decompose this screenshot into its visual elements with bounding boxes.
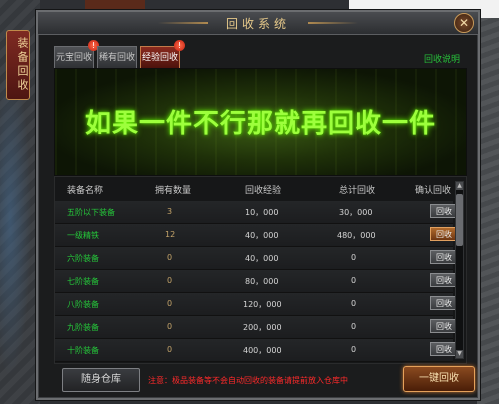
column-header: 拥有数量 <box>155 186 192 196</box>
table-row: 五阶以下装备 3 10，000 30，000 回收 <box>55 201 458 224</box>
table-scrollbar[interactable]: ▲ ▼ <box>455 181 464 359</box>
column-header: 总计回收 <box>339 186 376 196</box>
recycle-button[interactable]: 回收 <box>430 273 458 287</box>
total-recycle: 30，000 <box>339 208 373 217</box>
column-header: 回收经验 <box>245 186 282 196</box>
background-scenery-right <box>477 18 499 404</box>
scroll-thumb[interactable] <box>456 194 463 246</box>
total-recycle: 480，000 <box>337 231 376 240</box>
equipment-name: 八阶装备 <box>67 300 99 309</box>
owned-count: 0 <box>167 299 173 308</box>
owned-count: 3 <box>167 207 173 216</box>
close-icon: ✕ <box>458 16 470 30</box>
tab-label: 经验回收 <box>141 53 178 63</box>
side-tab-equipment-recycle[interactable]: 装备回收 <box>6 30 30 100</box>
recycle-window: 回收系统 ✕ 元宝回收 ! 稀有回收 经验回收 ! 回收说明 如果一件不行那就再… <box>36 10 480 400</box>
recycle-table: 装备名称 拥有数量 回收经验 总计回收 确认回收 五阶以下装备 3 10，000… <box>54 176 467 364</box>
equipment-name: 五阶以下装备 <box>67 208 115 217</box>
equipment-name: 六阶装备 <box>67 254 99 263</box>
recycle-button[interactable]: 回收 <box>430 227 458 241</box>
recycle-button[interactable]: 回收 <box>430 342 458 356</box>
recycle-button[interactable]: 回收 <box>430 319 458 333</box>
window-title: 回收系统 <box>225 17 290 31</box>
scroll-down-arrow-icon[interactable]: ▼ <box>456 350 463 358</box>
table-row: 七阶装备 0 80，000 0 回收 <box>55 270 458 293</box>
column-header: 确认回收 <box>415 186 452 196</box>
tab-alert-badge: ! <box>174 40 185 51</box>
total-recycle: 0 <box>351 299 357 308</box>
recycle-exp: 40，000 <box>245 254 279 263</box>
total-recycle: 0 <box>351 345 357 354</box>
warning-notice: 注意：极品装备等不会自动回收的装备请提前放入仓库中 <box>148 376 348 385</box>
recycle-exp: 10，000 <box>245 208 279 217</box>
table-row: 一级精铁 12 40，000 480，000 回收 <box>55 224 458 247</box>
tab-label: 元宝回收 <box>55 53 92 63</box>
recycle-exp: 400，000 <box>243 346 282 355</box>
tab-rare-recycle[interactable]: 稀有回收 <box>97 46 137 68</box>
table-header: 装备名称 拥有数量 回收经验 总计回收 确认回收 <box>55 177 453 201</box>
table-row: 六阶装备 0 40，000 0 回收 <box>55 247 458 270</box>
recycle-button[interactable]: 回收 <box>430 296 458 310</box>
recycle-exp: 120，000 <box>243 300 282 309</box>
equipment-name: 一级精铁 <box>67 231 99 240</box>
table-row: 八阶装备 0 120，000 0 回收 <box>55 293 458 316</box>
close-button[interactable]: ✕ <box>454 13 474 33</box>
owned-count: 0 <box>167 345 173 354</box>
recycle-button[interactable]: 回收 <box>430 250 458 264</box>
tab-yuanbao-recycle[interactable]: 元宝回收 ! <box>54 40 99 68</box>
owned-count: 0 <box>167 322 173 331</box>
equipment-name: 七阶装备 <box>67 277 99 286</box>
total-recycle: 0 <box>351 276 357 285</box>
recycle-all-button[interactable]: 一键回收 <box>403 366 475 392</box>
side-tab-label: 装备回收 <box>16 37 29 93</box>
tab-exp-recycle[interactable]: 经验回收 ! <box>140 40 185 68</box>
owned-count: 0 <box>167 276 173 285</box>
scroll-up-arrow-icon[interactable]: ▲ <box>456 182 463 190</box>
banner-text: 如果一件不行那就再回收一件 <box>84 109 436 139</box>
owned-count: 12 <box>165 230 176 239</box>
title-ornament-right <box>308 22 358 24</box>
recycle-exp: 80，000 <box>245 277 279 286</box>
recycle-button[interactable]: 回收 <box>430 204 458 218</box>
recycle-exp: 200，000 <box>243 323 282 332</box>
equipment-name: 九阶装备 <box>67 323 99 332</box>
owned-count: 0 <box>167 253 173 262</box>
total-recycle: 0 <box>351 322 357 331</box>
table-row: 十阶装备 0 400，000 0 回收 <box>55 339 458 362</box>
help-link[interactable]: 回收说明 <box>424 52 460 65</box>
window-titlebar[interactable]: 回收系统 ✕ <box>38 12 478 35</box>
column-header: 装备名称 <box>67 186 104 196</box>
total-recycle: 0 <box>351 253 357 262</box>
equipment-name: 十阶装备 <box>67 346 99 355</box>
portable-warehouse-button[interactable]: 随身仓库 <box>62 368 140 392</box>
promo-banner: 如果一件不行那就再回收一件 <box>54 68 467 176</box>
recycle-exp: 40，000 <box>245 231 279 240</box>
table-row: 九阶装备 0 200，000 0 回收 <box>55 316 458 339</box>
tab-label: 稀有回收 <box>98 53 135 63</box>
